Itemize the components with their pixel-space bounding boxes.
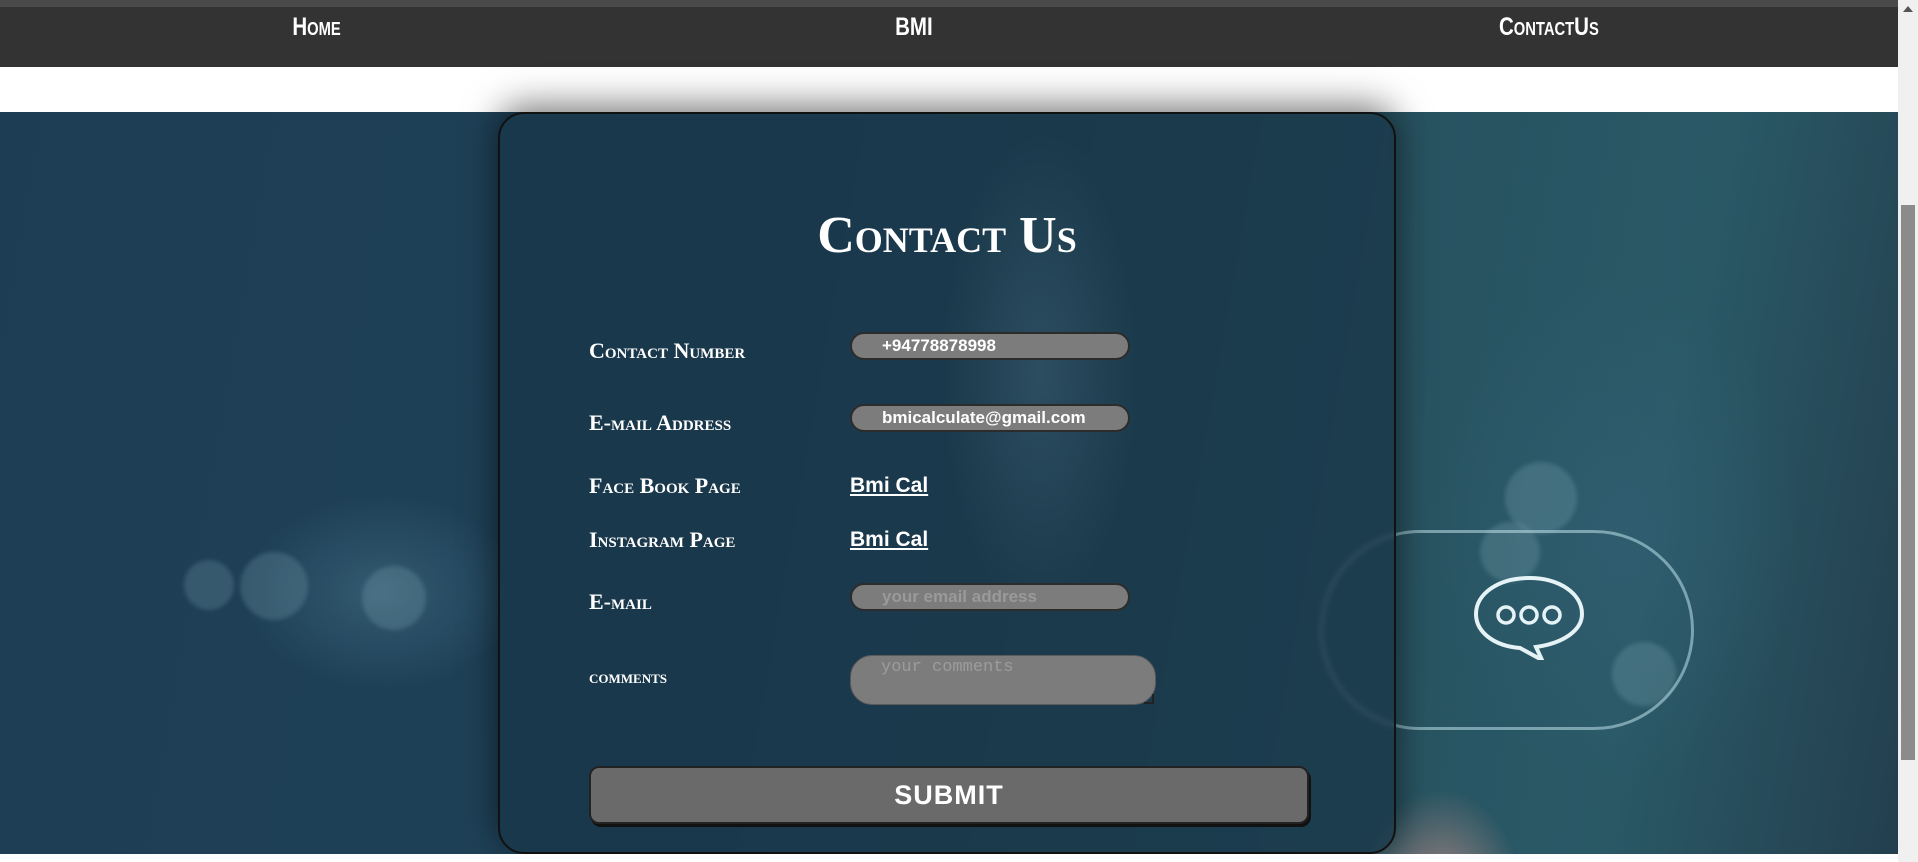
page-scrollbar[interactable]: [1898, 0, 1918, 862]
nav-home-link[interactable]: Home: [292, 13, 340, 42]
submit-button[interactable]: SUBMIT: [589, 766, 1309, 824]
contact-card: Contact Us Contact Number E-mail Address…: [498, 112, 1396, 854]
scroll-up-icon[interactable]: [1903, 6, 1913, 12]
facebook-label: Face Book Page: [589, 473, 741, 498]
facebook-link[interactable]: Bmi Cal: [850, 474, 928, 498]
navbar: Home BMI ContactUs: [0, 7, 1898, 67]
nav-bmi-link[interactable]: BMI: [895, 13, 933, 42]
card-title: Contact Us: [817, 207, 1077, 264]
instagram-link[interactable]: Bmi Cal: [850, 528, 928, 552]
bokeh-light: [184, 560, 234, 610]
chat-bubble-icon: [1473, 575, 1585, 660]
scroll-thumb[interactable]: [1901, 205, 1915, 760]
comments-wrap: [500, 655, 1156, 705]
bokeh-light: [240, 552, 308, 620]
top-strip: [0, 0, 1898, 7]
comments-label: comments: [589, 667, 667, 688]
bokeh-light: [362, 566, 426, 630]
instagram-label: Instagram Page: [589, 527, 736, 552]
email-label: E-mail: [589, 589, 652, 614]
footer-strip: [0, 854, 1898, 862]
comments-textarea[interactable]: [850, 655, 1156, 705]
email-address-field[interactable]: [850, 404, 1130, 432]
nav-contact-link[interactable]: ContactUs: [1499, 13, 1599, 42]
email-address-label: E-mail Address: [589, 410, 732, 435]
contact-number-label: Contact Number: [589, 338, 746, 363]
email-input[interactable]: [850, 583, 1130, 611]
contact-number-field[interactable]: [850, 332, 1130, 360]
